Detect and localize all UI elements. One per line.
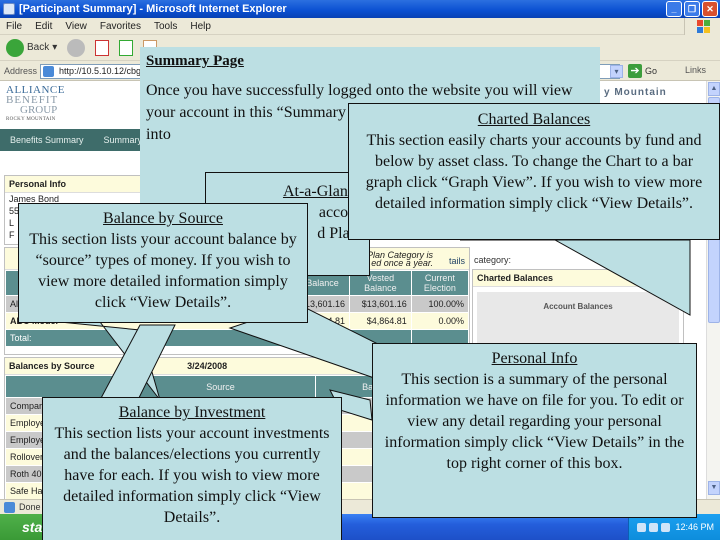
personal-info-callout: Personal Info This section is a summary … <box>372 343 697 518</box>
address-url: http://10.5.10.12/cbg/su <box>59 66 154 76</box>
refresh-icon[interactable] <box>119 39 134 56</box>
window-title: [Participant Summary] - Microsoft Intern… <box>19 3 287 15</box>
go-arrow-icon: ➔ <box>628 64 642 78</box>
charted-callout-title: Charted Balances <box>477 111 591 128</box>
address-label: Address <box>4 65 38 76</box>
address-dropdown-button[interactable]: ▾ <box>610 65 623 78</box>
network-icon[interactable] <box>660 523 670 533</box>
back-arrow-icon[interactable] <box>6 38 24 57</box>
nav-benefits-summary[interactable]: Benefits Summary <box>10 135 84 145</box>
back-button[interactable]: Back <box>27 42 49 53</box>
charted-balances-callout: Charted Balances This section easily cha… <box>348 103 720 240</box>
charted-balances-header: Charted Balances <box>477 273 554 283</box>
col-current-election: Current Election <box>410 270 470 296</box>
charted-view-details-link[interactable]: Details <box>651 273 679 283</box>
personal-callout-body: This section is a summary of the persona… <box>384 371 685 472</box>
stop-icon[interactable] <box>95 39 110 56</box>
charted-callout-body: This section easily charts your accounts… <box>365 132 703 212</box>
summary-callout-title: Summary Page <box>146 53 244 69</box>
menu-file[interactable]: File <box>6 21 22 32</box>
personal-callout-title: Personal Info <box>491 350 578 367</box>
tray-icon[interactable] <box>648 523 658 533</box>
restore-button[interactable]: ❐ <box>684 1 700 17</box>
chart-title: Account Balances <box>543 302 613 311</box>
go-button[interactable]: ➔ Go <box>628 64 657 78</box>
menu-view[interactable]: View <box>65 21 87 32</box>
menu-bar: File Edit View Favorites Tools Help <box>0 18 720 35</box>
alliance-logo: ALLIANCE BENEFIT GROUP ROCKY MOUNTAIN <box>6 84 65 123</box>
brand-text: y Mountain <box>604 87 667 98</box>
scroll-down-button[interactable]: ▼ <box>708 481 720 495</box>
source-callout-body: This section lists your account balance … <box>29 231 297 311</box>
windows-logo-icon <box>684 18 720 35</box>
status-text: Done <box>19 502 41 512</box>
minimize-button[interactable]: _ <box>666 1 682 17</box>
tray-icon[interactable] <box>636 523 646 533</box>
balance-by-investment-callout: Balance by Investment This section lists… <box>42 397 342 540</box>
balance-by-source-callout: Balance by Source This section lists you… <box>18 203 308 323</box>
col-source: Source <box>125 375 316 398</box>
page-icon <box>43 66 54 77</box>
menu-edit[interactable]: Edit <box>35 21 52 32</box>
scroll-up-button[interactable]: ▲ <box>708 82 720 96</box>
nav-summary[interactable]: Summary <box>104 135 143 145</box>
investment-callout-title: Balance by Investment <box>118 404 266 421</box>
window-titlebar: [Participant Summary] - Microsoft Intern… <box>0 0 720 18</box>
menu-favorites[interactable]: Favorites <box>100 21 141 32</box>
menu-tools[interactable]: Tools <box>154 21 177 32</box>
forward-arrow-icon[interactable] <box>67 38 86 57</box>
clock: 12:46 PM <box>675 522 714 532</box>
investments-view-details-link[interactable]: tails <box>449 256 465 266</box>
source-callout-title: Balance by Source <box>103 210 223 227</box>
links-button[interactable]: Links <box>685 65 706 75</box>
investment-callout-body: This section lists your account investme… <box>54 425 330 526</box>
close-button[interactable]: ✕ <box>702 1 718 17</box>
at-a-glance-callout-title: At-a-Glance <box>282 183 363 200</box>
ie-page-icon <box>4 501 15 513</box>
menu-help[interactable]: Help <box>190 21 211 32</box>
ie-icon <box>3 3 15 15</box>
